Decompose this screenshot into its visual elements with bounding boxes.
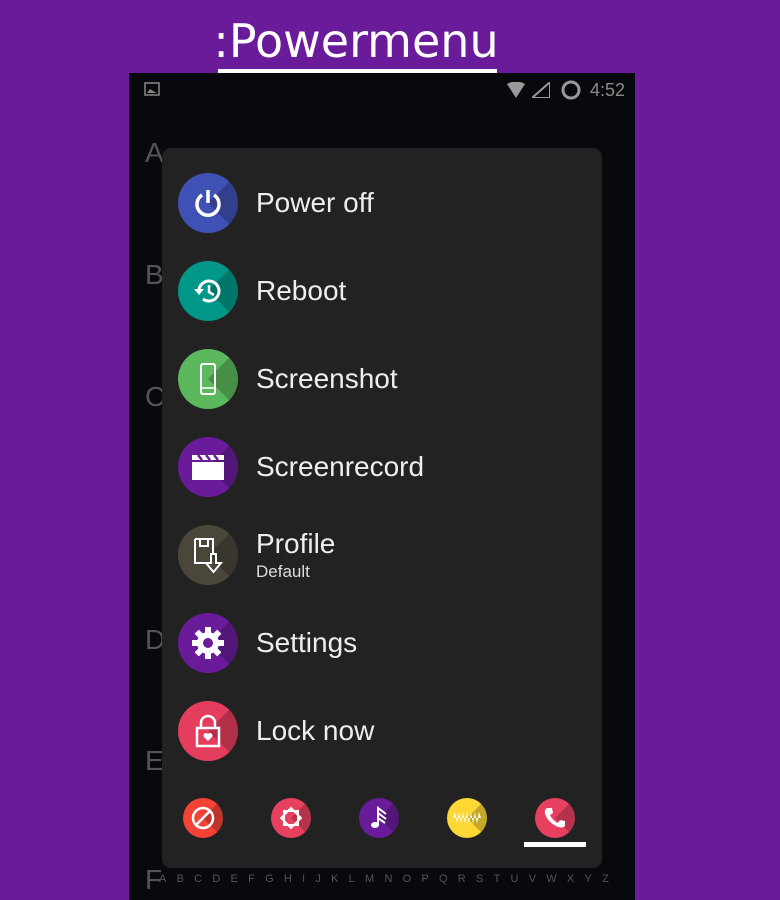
- clapperboard-icon: [178, 437, 238, 497]
- status-bar: 4:52: [129, 73, 635, 107]
- alphabet-letter[interactable]: S: [476, 873, 483, 885]
- section-letter: E: [145, 745, 164, 776]
- alphabet-letter[interactable]: H: [284, 873, 292, 885]
- menu-item-label: Reboot: [256, 275, 347, 306]
- clock: 4:52: [589, 80, 625, 100]
- alphabet-letter[interactable]: A: [159, 873, 166, 885]
- alphabet-letter[interactable]: G: [265, 873, 274, 885]
- alphabet-letter[interactable]: P: [421, 873, 428, 885]
- menu-item-label: Screenshot: [256, 363, 398, 394]
- alphabet-letter[interactable]: F: [248, 873, 255, 885]
- battery-ring-icon: [561, 80, 581, 100]
- alphabet-letter[interactable]: K: [331, 873, 338, 885]
- alphabet-letter[interactable]: X: [567, 873, 574, 885]
- profile-value: Default: [256, 562, 310, 581]
- music-note-icon[interactable]: [359, 798, 399, 838]
- section-letter: B: [145, 259, 164, 290]
- block-icon[interactable]: [183, 798, 223, 838]
- alphabet-letter[interactable]: D: [212, 873, 220, 885]
- alphabet-letter[interactable]: E: [231, 873, 238, 885]
- menu-item-screenrecord[interactable]: Screenrecord: [178, 435, 424, 499]
- alphabet-letter[interactable]: N: [384, 873, 392, 885]
- alphabet-letter[interactable]: J: [315, 873, 321, 885]
- menu-item-reboot[interactable]: Reboot: [178, 259, 346, 323]
- menu-item-label: Power off: [256, 187, 374, 218]
- power-menu-dialog: Power off Reboot Screenshot Screenrecord…: [162, 148, 602, 868]
- menu-item-label: Screenrecord: [256, 451, 425, 482]
- menu-item-label: Lock now: [256, 715, 375, 746]
- phone-screen: 4:52 A B C D E F ABCDEFGHIJKLMNOPQRSTUVW…: [129, 73, 635, 900]
- alphabet-letter[interactable]: I: [302, 873, 305, 885]
- phone-icon: [178, 349, 238, 409]
- menu-item-power-off[interactable]: Power off: [178, 171, 374, 235]
- alphabet-letter[interactable]: C: [194, 873, 202, 885]
- alphabet-letter[interactable]: L: [349, 873, 355, 885]
- power-icon: [178, 173, 238, 233]
- alphabet-letter[interactable]: R: [458, 873, 466, 885]
- menu-item-label: Profile: [256, 528, 336, 559]
- alphabet-letter[interactable]: Q: [439, 873, 448, 885]
- menu-item-settings[interactable]: Settings: [178, 611, 357, 675]
- vibrate-icon[interactable]: [447, 798, 487, 838]
- menu-item-lock-now[interactable]: Lock now: [178, 699, 374, 763]
- image-icon: [144, 82, 160, 96]
- history-icon: [178, 261, 238, 321]
- menu-item-label: Settings: [256, 627, 358, 658]
- menu-item-screenshot[interactable]: Screenshot: [178, 347, 398, 411]
- alphabet-index[interactable]: ABCDEFGHIJKLMNOPQRSTUVWXYZ: [159, 873, 609, 885]
- alphabet-letter[interactable]: W: [546, 873, 556, 885]
- alphabet-letter[interactable]: B: [177, 873, 184, 885]
- alphabet-letter[interactable]: Z: [602, 873, 609, 885]
- save-download-icon: [178, 525, 238, 585]
- alphabet-letter[interactable]: T: [494, 873, 501, 885]
- alphabet-letter[interactable]: V: [529, 873, 536, 885]
- phone-call-icon[interactable]: [535, 798, 575, 838]
- page-title: :Powermenu: [213, 14, 499, 68]
- gear-icon: [178, 613, 238, 673]
- signal-icon: [532, 82, 550, 98]
- menu-item-profile[interactable]: Profile Default: [178, 523, 335, 587]
- alphabet-letter[interactable]: O: [403, 873, 412, 885]
- lock-icon: [178, 701, 238, 761]
- selected-indicator: [524, 842, 586, 847]
- alphabet-letter[interactable]: Y: [585, 873, 592, 885]
- alphabet-letter[interactable]: M: [365, 873, 374, 885]
- section-letter: A: [145, 137, 164, 168]
- wifi-icon: [507, 82, 525, 98]
- alphabet-letter[interactable]: U: [511, 873, 519, 885]
- brightness-icon[interactable]: [271, 798, 311, 838]
